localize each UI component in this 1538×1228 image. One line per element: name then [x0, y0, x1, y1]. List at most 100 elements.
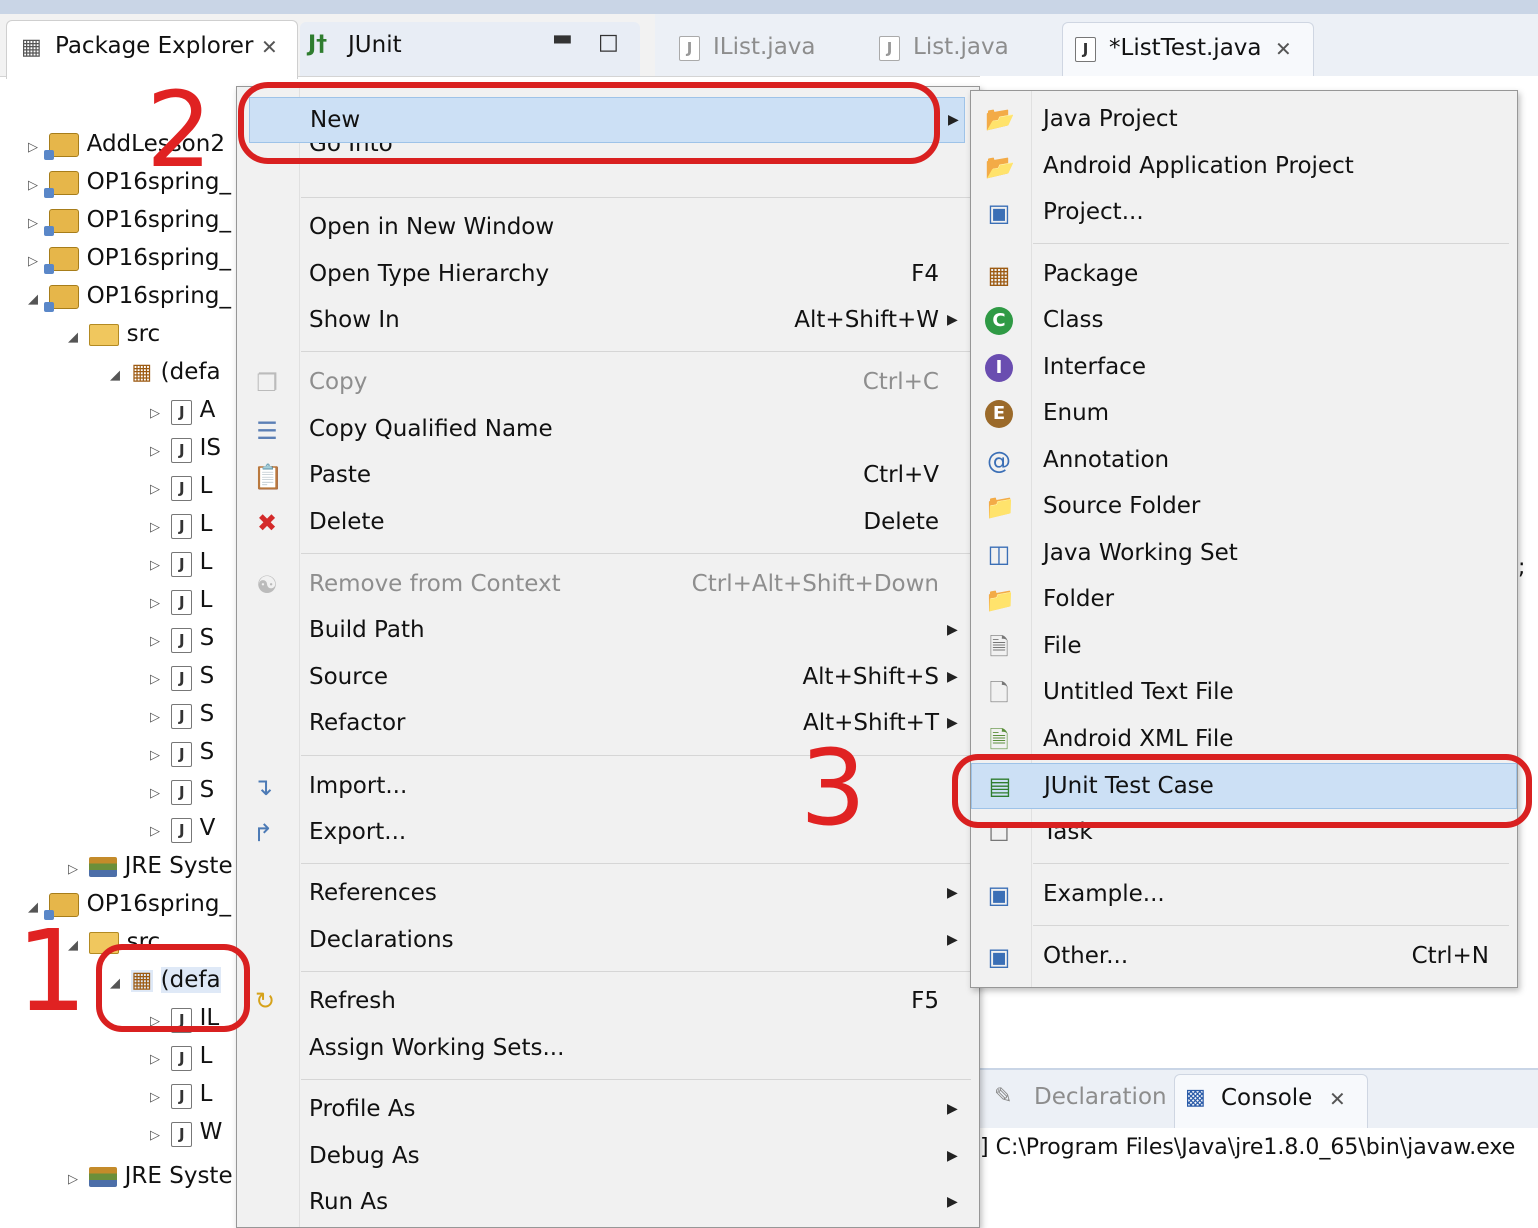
menu-item-label: Source Folder	[1043, 493, 1201, 519]
tree-file[interactable]: ▷ J S	[24, 733, 233, 771]
submenu-item-untitled-text-file[interactable]: Untitled Text File	[1043, 670, 1503, 714]
tree-file[interactable]: ▷ J S	[24, 771, 233, 809]
minimize-icon[interactable]: ▬	[552, 26, 573, 51]
tree-file-label: L	[199, 473, 213, 499]
tab-console[interactable]: ▩ Console ✕	[1174, 1074, 1368, 1129]
menu-item-copy-qualified-name[interactable]: Copy Qualified Name	[309, 407, 969, 451]
collapsed-arrow-icon[interactable]: ▷	[146, 1079, 164, 1117]
tree-file[interactable]: ▷ J V	[24, 809, 233, 847]
collapsed-arrow-icon[interactable]: ▷	[146, 661, 164, 699]
tree-file[interactable]: ▷ J S	[24, 657, 233, 695]
menu-item-copy[interactable]: Copy Ctrl+C	[309, 360, 969, 404]
menu-item-import[interactable]: Import...	[309, 764, 969, 808]
tree-package[interactable]: ◢ ▦ (defa	[24, 353, 233, 391]
tree-jre-library[interactable]: ▷ JRE Syste	[64, 1157, 233, 1195]
submenu-item-java-project[interactable]: Java Project	[1043, 97, 1503, 141]
submenu-item-annotation[interactable]: Annotation	[1043, 438, 1503, 482]
menu-item-shortcut: F4	[911, 261, 939, 287]
menu-item-assign-working-sets[interactable]: Assign Working Sets...	[309, 1026, 969, 1070]
menu-item-debug-as[interactable]: Debug As ▶	[309, 1134, 969, 1178]
collapsed-arrow-icon[interactable]: ▷	[146, 433, 164, 471]
menu-item-source[interactable]: Source Alt+Shift+S ▶	[309, 655, 969, 699]
tree-file[interactable]: ▷ J L	[24, 1037, 233, 1075]
tab-declaration[interactable]: Declaration	[1034, 1084, 1167, 1110]
submenu-item-folder[interactable]: Folder	[1043, 577, 1503, 621]
submenu-item-enum[interactable]: Enum	[1043, 391, 1503, 435]
close-icon[interactable]: ✕	[1275, 37, 1292, 61]
collapsed-arrow-icon[interactable]: ▷	[24, 167, 42, 205]
submenu-item-android-application-project[interactable]: Android Application Project	[1043, 144, 1503, 188]
collapsed-arrow-icon[interactable]: ▷	[146, 547, 164, 585]
tree-file-label: S	[199, 777, 215, 803]
menu-item-label: Android Application Project	[1043, 153, 1354, 179]
collapsed-arrow-icon[interactable]: ▷	[146, 585, 164, 623]
tree-src-folder[interactable]: ◢ src	[24, 315, 233, 353]
tree-project[interactable]: ◢ OP16spring_	[24, 277, 233, 315]
menu-item-label: Paste	[309, 462, 372, 488]
submenu-item-source-folder[interactable]: Source Folder	[1043, 484, 1503, 528]
collapsed-arrow-icon[interactable]: ▷	[146, 623, 164, 661]
tab-junit[interactable]: J† JUnit ▬ □	[300, 22, 640, 76]
collapsed-arrow-icon[interactable]: ▷	[146, 471, 164, 509]
collapsed-arrow-icon[interactable]: ▷	[64, 1161, 82, 1199]
tree-file[interactable]: ▷ J L	[24, 581, 233, 619]
close-icon[interactable]: ✕	[261, 35, 278, 59]
collapsed-arrow-icon[interactable]: ▷	[146, 813, 164, 851]
tree-project[interactable]: ▷ OP16spring_	[24, 239, 233, 277]
collapsed-arrow-icon[interactable]: ▷	[146, 1041, 164, 1079]
collapsed-arrow-icon[interactable]: ▷	[146, 1117, 164, 1155]
collapsed-arrow-icon[interactable]: ▷	[24, 129, 42, 167]
menu-item-references[interactable]: References ▶	[309, 871, 969, 915]
maximize-icon[interactable]: □	[598, 30, 619, 55]
menu-item-profile-as[interactable]: Profile As ▶	[309, 1087, 969, 1131]
submenu-item-file[interactable]: File	[1043, 624, 1503, 668]
submenu-item-class[interactable]: Class	[1043, 298, 1503, 342]
submenu-item-java-working-set[interactable]: Java Working Set	[1043, 531, 1503, 575]
expanded-arrow-icon[interactable]: ◢	[64, 319, 82, 357]
submenu-item-example[interactable]: Example...	[1043, 872, 1503, 916]
tree-file[interactable]: ▷ J L	[24, 543, 233, 581]
collapsed-arrow-icon[interactable]: ▷	[146, 775, 164, 813]
tree-file[interactable]: ▷ J IS	[24, 429, 233, 467]
menu-item-declarations[interactable]: Declarations ▶	[309, 918, 969, 962]
expanded-arrow-icon[interactable]: ◢	[24, 281, 42, 319]
collapsed-arrow-icon[interactable]: ▷	[24, 205, 42, 243]
submenu-arrow-icon: ▶	[947, 932, 958, 948]
menu-item-open-type-hierarchy[interactable]: Open Type Hierarchy F4	[309, 252, 969, 296]
tab-ilist-java[interactable]: J IList.java	[665, 22, 845, 76]
collapsed-arrow-icon[interactable]: ▷	[146, 395, 164, 433]
tree-project[interactable]: ▷ OP16spring_	[24, 201, 233, 239]
menu-item-label: Remove from Context	[309, 571, 561, 597]
menu-item-export[interactable]: Export...	[309, 810, 969, 854]
collapsed-arrow-icon[interactable]: ▷	[64, 851, 82, 889]
tree-file[interactable]: ▷ J S	[24, 619, 233, 657]
expanded-arrow-icon[interactable]: ◢	[106, 357, 124, 395]
menu-item-remove-from-context[interactable]: Remove from Context Ctrl+Alt+Shift+Down	[309, 562, 969, 606]
tree-file[interactable]: ▷ J L	[24, 505, 233, 543]
menu-item-refactor[interactable]: Refactor Alt+Shift+T ▶	[309, 701, 969, 745]
tree-file[interactable]: ▷ J L	[24, 467, 233, 505]
menu-item-build-path[interactable]: Build Path ▶	[309, 608, 969, 652]
tree-file[interactable]: ▷ J A	[24, 391, 233, 429]
close-icon[interactable]: ✕	[1329, 1087, 1346, 1111]
collapsed-arrow-icon[interactable]: ▷	[146, 509, 164, 547]
tree-jre-library[interactable]: ▷ JRE Syste	[24, 847, 233, 885]
menu-item-run-as[interactable]: Run As ▶	[309, 1180, 969, 1224]
menu-item-delete[interactable]: Delete Delete	[309, 500, 969, 544]
collapsed-arrow-icon[interactable]: ▷	[146, 737, 164, 775]
tree-file[interactable]: ▷ J S	[24, 695, 233, 733]
collapsed-arrow-icon[interactable]: ▷	[146, 699, 164, 737]
collapsed-arrow-icon[interactable]: ▷	[24, 243, 42, 281]
submenu-item-other[interactable]: Other... Ctrl+N	[1043, 934, 1503, 978]
submenu-item-interface[interactable]: Interface	[1043, 345, 1503, 389]
tree-file[interactable]: ▷ J L	[24, 1075, 233, 1113]
menu-item-paste[interactable]: Paste Ctrl+V	[309, 453, 969, 497]
menu-item-show-in[interactable]: Show In Alt+Shift+W ▶	[309, 298, 969, 342]
menu-item-refresh[interactable]: Refresh F5	[309, 979, 969, 1023]
tab-listtest-java[interactable]: J *ListTest.java ✕	[1062, 22, 1314, 77]
submenu-item-package[interactable]: Package	[1043, 252, 1503, 296]
submenu-item-project[interactable]: Project...	[1043, 190, 1503, 234]
tab-list-java[interactable]: J List.java	[865, 22, 1045, 76]
tree-file[interactable]: ▷ J W	[24, 1113, 233, 1151]
menu-item-open-in-new-window[interactable]: Open in New Window	[309, 205, 969, 249]
